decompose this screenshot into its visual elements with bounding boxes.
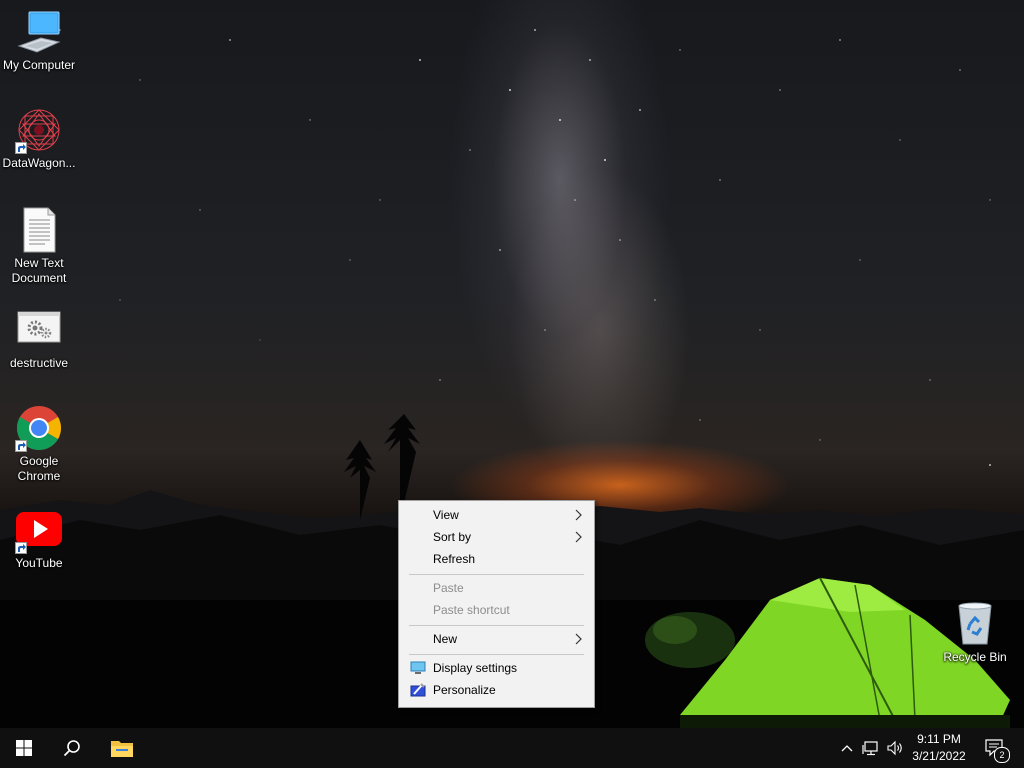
chevron-right-icon xyxy=(575,531,582,543)
taskbar-clock[interactable]: 9:11 PM 3/21/2022 xyxy=(905,731,973,765)
start-button[interactable] xyxy=(0,728,48,768)
chevron-up-icon xyxy=(841,745,853,752)
desktop-icon-destructive[interactable]: destructive xyxy=(0,306,78,371)
desktop-context-menu: View Sort by Refresh Paste Paste shortcu… xyxy=(398,500,595,708)
desktop-icon-label: DataWagon... xyxy=(2,156,76,170)
youtube-icon xyxy=(15,506,63,554)
desktop-icon-my-computer[interactable]: My Computer xyxy=(0,8,78,73)
display-settings-icon xyxy=(410,661,426,674)
menu-item-view[interactable]: View xyxy=(400,504,593,526)
menu-item-label: View xyxy=(433,508,459,522)
taskbar-file-explorer[interactable] xyxy=(98,728,146,768)
desktop-icon-label: YouTube xyxy=(15,556,63,570)
menu-item-label: Paste shortcut xyxy=(433,603,510,617)
desktop-icon-label: My Computer xyxy=(2,58,76,72)
menu-item-paste-shortcut[interactable]: Paste shortcut xyxy=(400,599,593,621)
desktop-icon-label: destructive xyxy=(9,356,69,370)
recycle-bin-icon xyxy=(951,600,999,648)
menu-item-sort-by[interactable]: Sort by xyxy=(400,526,593,548)
desktop-icon-label: Recycle Bin xyxy=(943,650,1007,664)
personalize-icon xyxy=(410,683,426,697)
action-center-button[interactable]: 2 xyxy=(978,728,1012,768)
shortcut-arrow-icon xyxy=(15,542,27,554)
volume-icon xyxy=(887,740,902,756)
menu-item-label: Refresh xyxy=(433,552,476,566)
menu-item-personalize[interactable]: Personalize xyxy=(400,679,593,701)
desktop-icon-recycle-bin[interactable]: Recycle Bin xyxy=(936,600,1014,665)
chrome-icon xyxy=(15,404,63,452)
search-button[interactable] xyxy=(48,728,96,768)
notification-count-badge: 2 xyxy=(994,747,1010,763)
desktop-icon-new-text-document[interactable]: New Text Document xyxy=(0,206,78,286)
menu-item-label: Display settings xyxy=(433,661,518,675)
network-icon xyxy=(862,741,878,756)
menu-item-paste[interactable]: Paste xyxy=(400,577,593,599)
desktop-icon-youtube[interactable]: YouTube xyxy=(0,506,78,571)
network-status-button[interactable] xyxy=(860,728,882,768)
menu-item-label: Paste xyxy=(433,581,464,595)
script-gear-icon xyxy=(15,306,63,354)
show-hidden-icons-button[interactable] xyxy=(838,728,856,768)
text-document-icon xyxy=(15,206,63,254)
desktop-icon-datawagon[interactable]: DataWagon... xyxy=(0,106,78,171)
desktop-icon-label: New Text Document xyxy=(11,256,67,285)
menu-item-new[interactable]: New xyxy=(400,628,593,650)
menu-separator xyxy=(409,625,584,626)
shortcut-arrow-icon xyxy=(15,142,27,154)
datawagon-app-icon xyxy=(15,106,63,154)
desktop-icon-label: Google Chrome xyxy=(17,454,61,483)
menu-item-label: New xyxy=(433,632,458,646)
desktop-icon-google-chrome[interactable]: Google Chrome xyxy=(0,404,78,484)
computer-icon xyxy=(15,8,63,56)
volume-button[interactable] xyxy=(884,728,906,768)
file-explorer-icon xyxy=(111,741,133,757)
chevron-right-icon xyxy=(575,509,582,521)
menu-item-label: Sort by xyxy=(433,530,472,544)
taskbar: 9:11 PM 3/21/2022 2 xyxy=(0,728,1024,768)
clock-date: 3/21/2022 xyxy=(912,749,966,763)
shortcut-arrow-icon xyxy=(15,440,27,452)
chevron-right-icon xyxy=(575,633,582,645)
menu-separator xyxy=(409,574,584,575)
menu-item-label: Personalize xyxy=(433,683,496,697)
menu-item-display-settings[interactable]: Display settings xyxy=(400,657,593,679)
windows-start-icon xyxy=(16,740,32,756)
menu-item-refresh[interactable]: Refresh xyxy=(400,548,593,570)
clock-time: 9:11 PM xyxy=(917,732,961,746)
search-icon xyxy=(63,740,80,757)
menu-separator xyxy=(409,654,584,655)
